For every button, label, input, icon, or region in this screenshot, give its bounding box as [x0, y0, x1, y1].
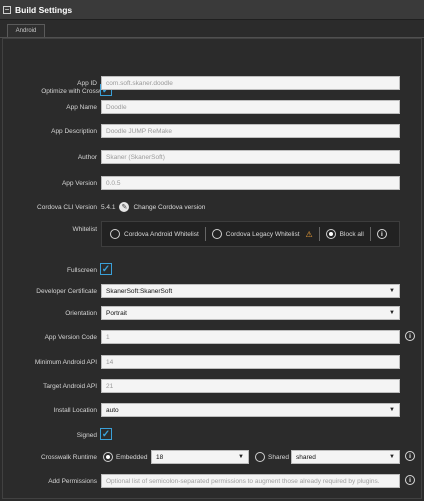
add-permissions-label: Add Permissions: [48, 477, 97, 485]
crosswalk-runtime-label: Crosswalk Runtime: [41, 453, 97, 461]
install-location-value: auto: [106, 406, 119, 414]
cordova-cli-value-group: 5.4.1 ✎ Change Cordova version: [101, 200, 205, 214]
chevron-down-icon: ▼: [389, 407, 395, 413]
cordova-cli-row: Cordova CLI Version 5.4.1 ✎ Change Cordo…: [0, 200, 424, 214]
developer-certificate-row: Developer Certificate SkanerSoft:SkanerS…: [0, 284, 424, 298]
developer-certificate-label: Developer Certificate: [36, 287, 97, 295]
app-version-input[interactable]: 0.0.5: [101, 176, 400, 190]
app-description-row: App Description Doodle JUMP ReMake: [0, 124, 424, 138]
app-version-code-label: App Version Code: [44, 333, 97, 341]
app-version-label: App Version: [61, 179, 97, 187]
tab-android[interactable]: Android: [7, 24, 45, 37]
cordova-cli-version: 5.4.1: [101, 203, 116, 211]
orientation-value: Portrait: [106, 309, 127, 317]
platform-tabbar: Android: [0, 20, 424, 38]
signed-label: Signed: [76, 431, 97, 439]
whitelist-divider-2: [318, 227, 320, 241]
signed-row: Signed ✓: [0, 428, 424, 442]
whitelist-option-legacy-label: Cordova Legacy Whitelist: [225, 230, 300, 238]
target-android-api-row: Target Android API 21: [0, 379, 424, 393]
whitelist-options: Cordova Android Whitelist Cordova Legacy…: [101, 221, 400, 247]
author-input[interactable]: Skaner (SkanerSoft): [101, 150, 400, 164]
shared-value: shared: [296, 453, 316, 461]
add-permissions-input[interactable]: Optional list of semicolon-separated per…: [101, 474, 400, 488]
min-android-api-row: Minimum Android API 14: [0, 355, 424, 369]
embedded-version-select[interactable]: 18 ▼: [151, 450, 249, 464]
add-permissions-info-icon[interactable]: i: [405, 475, 415, 485]
app-name-row: App Name Doodle: [0, 100, 424, 114]
app-id-label: App ID: [77, 79, 97, 87]
crosswalk-runtime-info-icon[interactable]: i: [405, 451, 415, 461]
install-location-row: Install Location auto ▼: [0, 403, 424, 417]
author-label: Author: [77, 153, 97, 161]
add-permissions-row: Add Permissions Optional list of semicol…: [0, 474, 424, 488]
app-name-label: App Name: [66, 103, 97, 111]
chevron-down-icon: ▼: [389, 288, 395, 294]
app-id-row: App ID com.soft.skaner.doodle: [0, 76, 424, 90]
app-version-code-info-icon[interactable]: i: [405, 331, 415, 341]
app-name-input[interactable]: Doodle: [101, 100, 400, 114]
whitelist-option-android-label: Cordova Android Whitelist: [124, 230, 199, 238]
embedded-label: Embedded: [116, 453, 148, 461]
cordova-cli-label: Cordova CLI Version: [37, 203, 97, 211]
fullscreen-checkbox[interactable]: ✓: [100, 263, 112, 275]
signed-checkbox[interactable]: ✓: [100, 428, 112, 440]
fullscreen-label: Fullscreen: [67, 266, 97, 274]
fullscreen-row: Fullscreen ✓: [0, 263, 424, 277]
radio-android-whitelist[interactable]: [110, 229, 120, 239]
min-android-api-label: Minimum Android API: [34, 358, 97, 366]
collapse-icon[interactable]: −: [3, 5, 11, 14]
app-description-label: App Description: [51, 127, 97, 135]
install-location-select[interactable]: auto ▼: [101, 403, 400, 417]
author-row: Author Skaner (SkanerSoft): [0, 150, 424, 164]
whitelist-divider-3: [369, 227, 371, 241]
app-version-code-input[interactable]: 1: [101, 330, 400, 344]
whitelist-info-icon[interactable]: i: [376, 229, 387, 239]
whitelist-option-legacy[interactable]: Cordova Legacy Whitelist ⚠: [211, 229, 313, 239]
whitelist-option-android[interactable]: Cordova Android Whitelist: [110, 229, 199, 239]
orientation-row: Orientation Portrait ▼: [0, 306, 424, 320]
chevron-down-icon: ▼: [238, 454, 244, 460]
whitelist-label: Whitelist: [72, 225, 97, 233]
whitelist-option-block-all[interactable]: Block all: [325, 229, 364, 239]
shared-label: Shared: [268, 453, 289, 461]
orientation-label: Orientation: [65, 309, 97, 317]
pencil-icon[interactable]: ✎: [119, 202, 130, 212]
orientation-select[interactable]: Portrait ▼: [101, 306, 400, 320]
install-location-label: Install Location: [53, 406, 97, 414]
radio-legacy-whitelist[interactable]: [211, 229, 222, 239]
app-version-code-row: App Version Code 1 i: [0, 330, 424, 344]
section-title: Build Settings: [15, 4, 73, 15]
whitelist-option-block-all-label: Block all: [339, 230, 364, 238]
chevron-down-icon: ▼: [389, 454, 395, 460]
target-android-api-label: Target Android API: [43, 382, 97, 390]
build-settings-header[interactable]: − Build Settings: [0, 0, 424, 20]
crosswalk-embedded-option[interactable]: Embedded: [103, 450, 147, 464]
embedded-version-value: 18: [156, 453, 164, 461]
app-description-input[interactable]: Doodle JUMP ReMake: [101, 124, 400, 138]
crosswalk-runtime-row: Crosswalk Runtime Embedded 18 ▼ Shared s…: [0, 450, 424, 464]
developer-certificate-select[interactable]: SkanerSoft:SkanerSoft ▼: [101, 284, 400, 298]
developer-certificate-value: SkanerSoft:SkanerSoft: [106, 287, 173, 295]
warning-icon: ⚠: [305, 229, 313, 239]
app-id-input[interactable]: com.soft.skaner.doodle: [101, 76, 400, 90]
shared-select[interactable]: shared ▼: [291, 450, 400, 464]
app-version-row: App Version 0.0.5: [0, 176, 424, 190]
min-android-api-input[interactable]: 14: [101, 355, 400, 369]
radio-block-all[interactable]: [325, 229, 336, 239]
radio-embedded[interactable]: [103, 452, 113, 462]
radio-shared[interactable]: [255, 452, 265, 462]
crosswalk-shared-option[interactable]: Shared: [255, 450, 289, 464]
whitelist-divider: [204, 227, 206, 241]
chevron-down-icon: ▼: [389, 310, 395, 316]
target-android-api-input[interactable]: 21: [101, 379, 400, 393]
change-cordova-version-link[interactable]: Change Cordova version: [133, 204, 205, 211]
